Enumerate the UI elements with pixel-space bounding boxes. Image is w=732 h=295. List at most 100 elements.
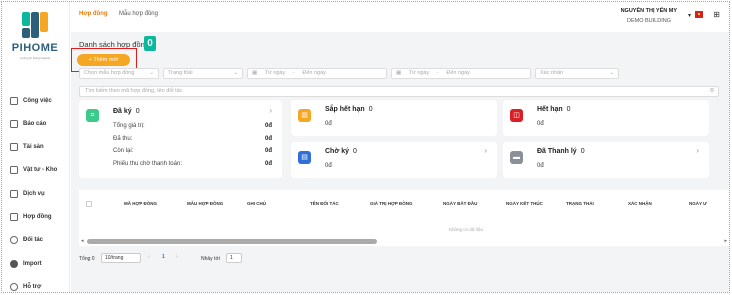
status-select[interactable]: Trạng thái ⌄ [163,68,243,79]
chevron-right-icon[interactable]: › [269,106,272,115]
scrollbar-thumb[interactable] [87,239,377,244]
card-title: Đã Thanh lý 0 [537,148,585,155]
date-range-picker-2[interactable]: ▦ Từ ngày - Đến ngày [391,68,531,79]
sidebar-item-label: Hỗ trợ [23,283,42,290]
vietnam-flag-icon[interactable] [695,11,703,18]
template-select[interactable]: Chọn mẫu hợp đồng ⌄ [79,68,159,79]
page-number-button[interactable]: 1 [159,253,169,263]
scroll-right-icon[interactable]: ▸ [724,238,727,244]
search-input[interactable]: Tìm kiếm theo mã hợp đồng, tên đối tác ⚲ [79,86,719,97]
next-page-button[interactable]: › [173,253,185,263]
expired-icon: ◫ [510,109,523,122]
column-header[interactable]: NGÀY Ư [689,201,707,206]
select-all-checkbox[interactable] [86,201,92,207]
confirm-select[interactable]: Xác nhận ⌄ [535,68,619,79]
card-signed[interactable]: ⌗ Đã ký 0 › Tổng giá trị: 0đ Đã thu: 0đ C… [79,100,282,178]
sidebar-item-ho-tro[interactable]: Hỗ trợ [10,280,70,293]
card-title: Đã ký 0 [113,108,140,115]
column-header[interactable]: NGÀY BẮT ĐẦU [443,201,477,206]
sidebar-item-cong-viec[interactable]: Công việc [10,94,70,107]
chevron-down-icon: ⌄ [233,70,238,76]
scroll-left-icon[interactable]: ◂ [81,238,84,244]
from-date-placeholder: Từ ngày [264,70,286,76]
card-title-text: Chờ ký [325,148,350,155]
card-count: 0 [580,148,585,155]
template-select-placeholder: Chọn mẫu hợp đồng [84,70,135,76]
sidebar-item-label: Import [23,260,42,267]
horizontal-scrollbar[interactable]: ◂ ▸ [81,238,727,245]
card-title-text: Đã Thanh lý [537,148,577,155]
building-name: DEMO BUILDING [626,18,671,24]
card-count: 0 [368,106,373,113]
chevron-right-icon[interactable]: › [696,146,699,155]
chevron-down-icon: ⌄ [609,70,614,76]
card-title-text: Sắp hết hạn [325,106,365,113]
sidebar-item-import[interactable]: Import [10,257,70,270]
sidebar-item-label: Vật tư - Kho [23,167,58,174]
range-separator: - [286,70,301,76]
brand-tagline: Living for living happily [19,56,51,60]
support-icon [10,282,18,291]
top-bar: Hợp đồng Mẫu hợp đồng NGUYỄN THỊ YẾN MY … [71,2,729,32]
row-label: Còn lại: [113,148,134,154]
column-header[interactable]: NGÀY KẾT THÚC [506,201,543,206]
sidebar-item-dich-vu[interactable]: Dịch vụ [10,187,70,200]
to-date-placeholder: Đến ngày [446,70,470,76]
sidebar-item-label: Dịch vụ [23,190,45,197]
card-expired[interactable]: ◫ Hết hạn 0 0đ [503,100,709,136]
goto-page-input[interactable]: 1 [226,253,242,263]
column-header[interactable]: MÃ HỢP ĐỒNG [124,201,157,206]
add-new-button[interactable]: + Thêm mới [77,54,130,66]
user-name[interactable]: NGUYỄN THỊ YẾN MY [621,8,677,14]
contracts-table: MÃ HỢP ĐỒNG MẪU HỢP ĐỒNG GHI CHÚ TÊN ĐỐI… [79,190,729,246]
sidebar-item-tai-san[interactable]: Tài sản [10,141,70,154]
sidebar-item-doi-tac[interactable]: Đối tác [10,234,70,247]
date-range-picker-1[interactable]: ▦ Từ ngày - Đến ngày [247,68,387,79]
column-header[interactable]: MẪU HỢP ĐỒNG [187,201,223,206]
search-icon[interactable]: ⚲ [710,87,714,96]
row-label: Đã thu: [113,136,133,142]
page-size-select[interactable]: 10/trang [101,253,141,263]
card-title-text: Hết hạn [537,106,563,113]
folder-icon [10,212,18,221]
range-separator: - [430,70,445,76]
page-size-value: 10/trang [105,255,124,261]
chevron-right-icon[interactable]: › [484,146,487,155]
sidebar-item-bao-cao[interactable]: Báo cáo [10,117,70,130]
chevron-down-icon: ⌄ [149,70,154,76]
tab-mau-hop-dong[interactable]: Mẫu hợp đồng [119,11,158,17]
logo[interactable]: PIHOME Living for living happily [10,10,60,68]
sidebar-item-label: Báo cáo [23,120,47,127]
chevron-right-icon: › [176,254,178,260]
card-value: 0đ [325,121,332,127]
row-label: Tổng giá trị: [113,123,145,129]
card-expiring[interactable]: ▥ Sắp hết hạn 0 0đ [291,100,497,136]
tab-hop-dong[interactable]: Hợp đồng [79,11,108,17]
page-number: 1 [162,254,165,260]
card-pending[interactable]: ▤ Chờ ký 0 › 0đ [291,142,497,178]
row-value: 0đ [264,123,272,129]
card-count: 0 [353,148,357,155]
apps-grid-icon[interactable]: ⊞ [713,10,720,19]
column-header[interactable]: GHI CHÚ [247,201,266,206]
empty-state-text: Không có dữ liệu [449,227,484,232]
column-header[interactable]: TÊN ĐỐI TÁC [310,201,339,206]
prev-page-button[interactable]: ‹ [145,253,157,263]
chevron-down-icon[interactable]: ▾ [688,12,691,19]
card-liquidated[interactable]: ▬ Đã Thanh lý 0 › 0đ [503,142,709,178]
calendar-icon: ▦ [252,70,264,76]
column-header[interactable]: XÁC NHẬN [628,201,652,206]
column-header[interactable]: TRẠNG THÁI [566,201,594,206]
sidebar-item-vat-tu-kho[interactable]: Vật tư - Kho [10,164,70,177]
row-value: 0đ [264,148,272,154]
goto-label: Nhảy tới [201,256,220,262]
asset-icon [10,143,18,152]
card-title: Chờ ký 0 [325,148,357,155]
sidebar-item-hop-dong[interactable]: Hợp đồng [10,210,70,223]
calendar-icon: ▥ [298,109,311,122]
pihome-logo-icon [22,12,48,38]
card-count: 0 [566,106,571,113]
card-value: 0đ [325,163,332,169]
column-header[interactable]: GIÁ TRỊ HỢP ĐỒNG [370,201,413,206]
from-date-placeholder: Từ ngày [408,70,430,76]
